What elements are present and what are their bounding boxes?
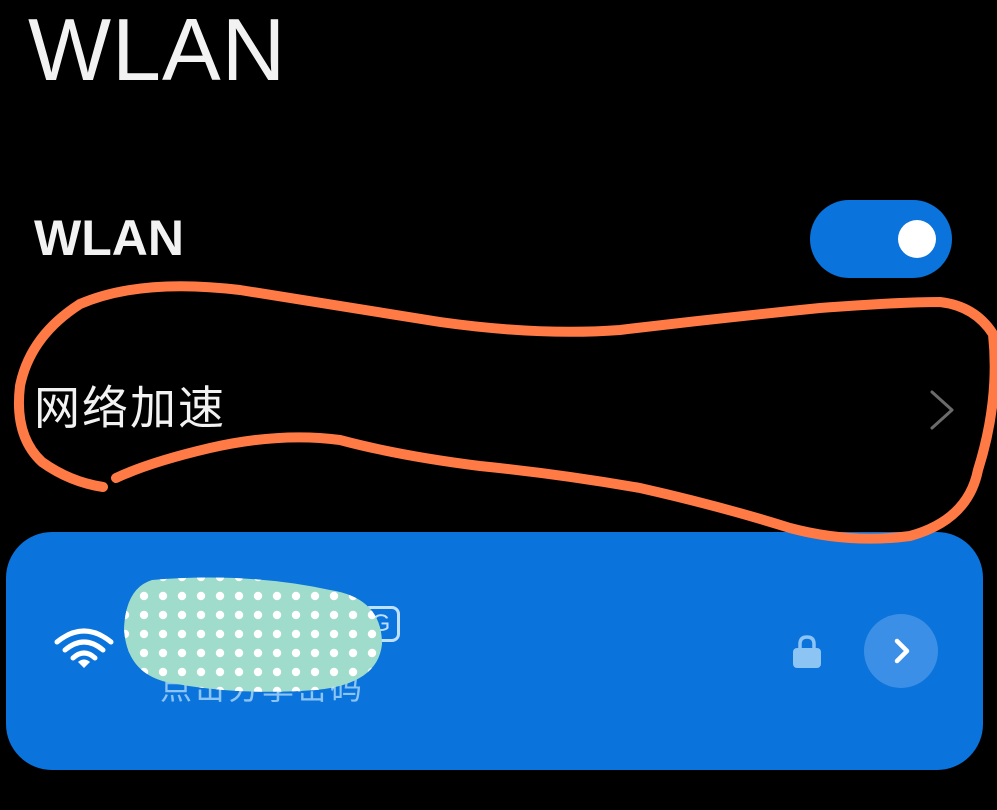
wifi-icon xyxy=(54,628,114,668)
lock-icon xyxy=(793,635,821,668)
chevron-right-icon xyxy=(930,390,954,430)
page-title: WLAN xyxy=(28,0,287,99)
toggle-knob xyxy=(898,220,936,258)
wlan-toggle[interactable] xyxy=(810,200,952,278)
wlan-label: WLAN xyxy=(34,210,184,266)
redaction-mark xyxy=(124,577,382,692)
chevron-right-icon xyxy=(894,638,910,664)
connected-network-card[interactable]: G 点击分享密码 xyxy=(6,532,983,770)
network-acceleration-label: 网络加速 xyxy=(34,381,226,435)
network-acceleration-row[interactable]: 网络加速 xyxy=(0,360,997,456)
network-detail-button[interactable] xyxy=(864,614,938,688)
wlan-row: WLAN xyxy=(0,196,997,284)
